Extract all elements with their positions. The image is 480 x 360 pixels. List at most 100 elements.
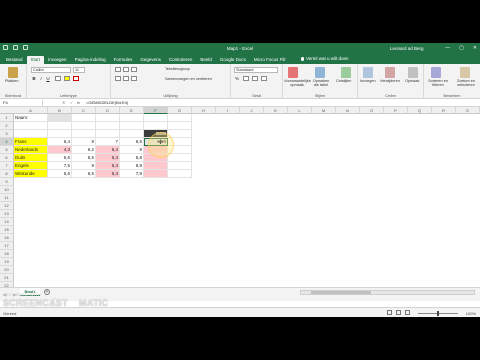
cell-d7[interactable]: 5,4 — [96, 162, 120, 170]
wrap-text-button[interactable]: Tekstterugloop — [165, 67, 190, 71]
cell-a6[interactable]: Duits — [14, 154, 48, 162]
cell-d3[interactable] — [96, 130, 120, 138]
user-name[interactable]: Leonard ad Berg — [390, 46, 424, 51]
cell-b4[interactable]: 6,4 — [48, 138, 72, 146]
increase-decimal-icon[interactable] — [252, 76, 258, 81]
cell-d5[interactable]: 5,4 — [96, 146, 120, 154]
column-header-d[interactable]: D — [96, 107, 120, 114]
currency-icon[interactable] — [243, 76, 249, 81]
insert-function-icon[interactable]: fx — [77, 100, 80, 106]
column-header-p[interactable]: P — [384, 107, 408, 114]
enter-icon[interactable]: ✓ — [70, 100, 73, 106]
column-header-k[interactable]: K — [264, 107, 288, 114]
cell-g8[interactable] — [168, 170, 192, 178]
cell-c6[interactable]: 5,5 — [72, 154, 96, 162]
zoom-slider[interactable] — [418, 311, 458, 316]
align-bottom-icon[interactable] — [131, 67, 137, 72]
cell-b1[interactable] — [48, 114, 72, 122]
align-right-icon[interactable] — [131, 76, 137, 81]
conditional-format-icon[interactable] — [288, 67, 298, 78]
cell-e8[interactable]: 7,8 — [120, 170, 144, 178]
row-header-15[interactable]: 15 — [0, 226, 14, 234]
column-header-i[interactable]: I — [216, 107, 240, 114]
font-color-icon[interactable] — [73, 76, 79, 81]
row-header-14[interactable]: 14 — [0, 218, 14, 226]
font-name-dropdown[interactable]: Calibri — [31, 67, 71, 73]
cell-g2[interactable] — [168, 122, 192, 130]
cell-e6[interactable]: 5,8 — [120, 154, 144, 162]
page-layout-view-icon[interactable] — [396, 310, 401, 315]
cell-c7[interactable]: 9 — [72, 162, 96, 170]
cell-a3[interactable] — [14, 130, 48, 138]
row-header-13[interactable]: 13 — [0, 210, 14, 218]
font-size-dropdown[interactable]: 11 — [73, 67, 85, 73]
zoom-knob[interactable] — [437, 311, 439, 316]
tab-bestand[interactable]: Bestand — [2, 56, 27, 64]
tab-start[interactable]: Start — [26, 56, 45, 64]
column-header-c[interactable]: C — [72, 107, 96, 114]
cancel-icon[interactable]: ✕ — [62, 100, 65, 106]
cell-c4[interactable]: 8 — [72, 138, 96, 146]
scrollbar-thumb[interactable] — [311, 291, 371, 294]
percent-button[interactable]: % — [234, 76, 240, 82]
tab-gegevens[interactable]: Gegevens — [136, 56, 165, 64]
normal-view-icon[interactable] — [387, 310, 392, 315]
cell-a7[interactable]: Engels — [14, 162, 48, 170]
row-header-2[interactable]: 2 — [0, 122, 14, 130]
underline-button[interactable]: U — [45, 76, 51, 82]
cell-e4[interactable]: 6,6 — [120, 138, 144, 146]
paste-icon[interactable] — [8, 67, 18, 78]
delete-cells-icon[interactable] — [385, 67, 395, 78]
tab-beeld[interactable]: Beeld — [196, 56, 216, 64]
worksheet-grid[interactable]: ABCDEFGHIJKLMNOPQRS 1 2 3 4 5 6 7 8 9 10 11 12 13 14 1… — [0, 107, 480, 290]
cell-a8[interactable]: Wiskunde — [14, 170, 48, 178]
cell-f2[interactable] — [144, 122, 168, 130]
cell-e1[interactable] — [120, 114, 144, 122]
row-header-16[interactable]: 16 — [0, 234, 14, 242]
row-header-20[interactable]: 20 — [0, 266, 14, 274]
column-header-s[interactable]: S — [456, 107, 480, 114]
page-break-view-icon[interactable] — [405, 310, 410, 315]
column-header-o[interactable]: O — [360, 107, 384, 114]
merge-center-button[interactable]: Samenvoegen en centreren — [165, 77, 212, 81]
column-header-b[interactable]: B — [48, 107, 72, 114]
bold-button[interactable]: B — [31, 76, 37, 82]
row-header-5[interactable]: 5 — [0, 146, 14, 154]
row-header-17[interactable]: 17 — [0, 242, 14, 250]
cell-a2[interactable] — [14, 122, 48, 130]
tab-pagina-indeling[interactable]: Pagina-indeling — [71, 56, 110, 64]
tab-controleren[interactable]: Controleren — [165, 56, 197, 64]
column-header-q[interactable]: Q — [408, 107, 432, 114]
cell-f1[interactable] — [144, 114, 168, 122]
column-header-r[interactable]: R — [432, 107, 456, 114]
column-header-e[interactable]: E — [120, 107, 144, 114]
cell-e2[interactable] — [120, 122, 144, 130]
column-header-l[interactable]: L — [288, 107, 312, 114]
cell-c3[interactable] — [72, 130, 96, 138]
row-header-10[interactable]: 10 — [0, 186, 14, 194]
align-center-icon[interactable] — [123, 76, 129, 81]
cell-e7[interactable]: 8,9 — [120, 162, 144, 170]
cell-f7[interactable] — [144, 162, 168, 170]
column-header-n[interactable]: N — [336, 107, 360, 114]
number-format-dropdown[interactable]: Standaard — [234, 67, 278, 73]
row-header-11[interactable]: 11 — [0, 194, 14, 202]
border-icon[interactable] — [55, 76, 61, 81]
cell-d4[interactable]: 7 — [96, 138, 120, 146]
formula-input[interactable]: =GEMIDDELDE(B4:E4) — [86, 100, 128, 106]
sort-filter-icon[interactable] — [431, 67, 441, 78]
cell-d2[interactable] — [96, 122, 120, 130]
format-cells-icon[interactable] — [408, 67, 418, 78]
cell-styles-icon[interactable] — [341, 67, 351, 78]
column-header-f[interactable]: F — [144, 107, 168, 114]
cell-f8[interactable] — [144, 170, 168, 178]
row-header-9[interactable]: 9 — [0, 178, 14, 186]
fill-color-icon[interactable] — [64, 76, 70, 81]
row-header-4[interactable]: 4 — [0, 138, 14, 146]
decrease-decimal-icon[interactable] — [261, 76, 267, 81]
cell-e3[interactable] — [120, 130, 144, 138]
align-middle-icon[interactable] — [123, 67, 129, 72]
cell-e5[interactable]: 8 — [120, 146, 144, 154]
cell-d8[interactable]: 5,4 — [96, 170, 120, 178]
tab-micro-focus-filr[interactable]: Micro Focus Filr — [250, 56, 290, 64]
